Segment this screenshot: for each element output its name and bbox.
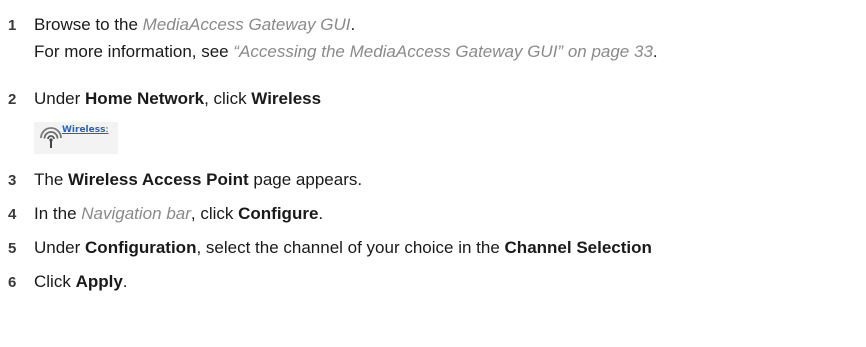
step-number: 4 xyxy=(8,206,17,223)
step-1: 1 Browse to the MediaAccess Gateway GUI. xyxy=(8,14,355,37)
configure-label: Configure xyxy=(238,204,319,223)
manual-page: 1 Browse to the MediaAccess Gateway GUI. … xyxy=(0,0,866,347)
page-reference-link[interactable]: “Accessing the MediaAccess Gateway GUI” … xyxy=(233,42,653,61)
step-number: 5 xyxy=(8,240,17,257)
apply-label: Apply xyxy=(75,272,123,291)
wireless-antenna-icon xyxy=(38,126,64,150)
step-6: 6 Click Apply. xyxy=(8,271,128,294)
step-number: 1 xyxy=(8,17,17,34)
wireless-link[interactable]: Wireless: xyxy=(62,125,109,135)
navigation-bar-link[interactable]: Navigation bar xyxy=(81,204,191,223)
gui-reference-link[interactable]: MediaAccess Gateway GUI xyxy=(143,15,351,34)
step-5: 5 Under Configuration, select the channel… xyxy=(8,237,652,260)
configuration-label: Configuration xyxy=(85,238,197,257)
wireless-label: Wireless xyxy=(251,89,322,108)
channel-selection-label: Channel Selection xyxy=(504,238,652,257)
step-number: 3 xyxy=(8,172,17,189)
wireless-access-point-label: Wireless Access Point xyxy=(68,170,249,189)
wireless-link-screenshot: Wireless: xyxy=(34,122,118,154)
step-number: 6 xyxy=(8,274,17,291)
step-3: 3 The Wireless Access Point page appears. xyxy=(8,169,362,192)
step-1-note: For more information, see “Accessing the… xyxy=(34,42,658,61)
step-4: 4 In the Navigation bar, click Configure. xyxy=(8,203,323,226)
step-2: 2 Under Home Network, click Wireless xyxy=(8,88,321,111)
step-number: 2 xyxy=(8,91,17,108)
step-text: Browse to the xyxy=(34,15,143,34)
home-network-label: Home Network xyxy=(85,89,205,108)
